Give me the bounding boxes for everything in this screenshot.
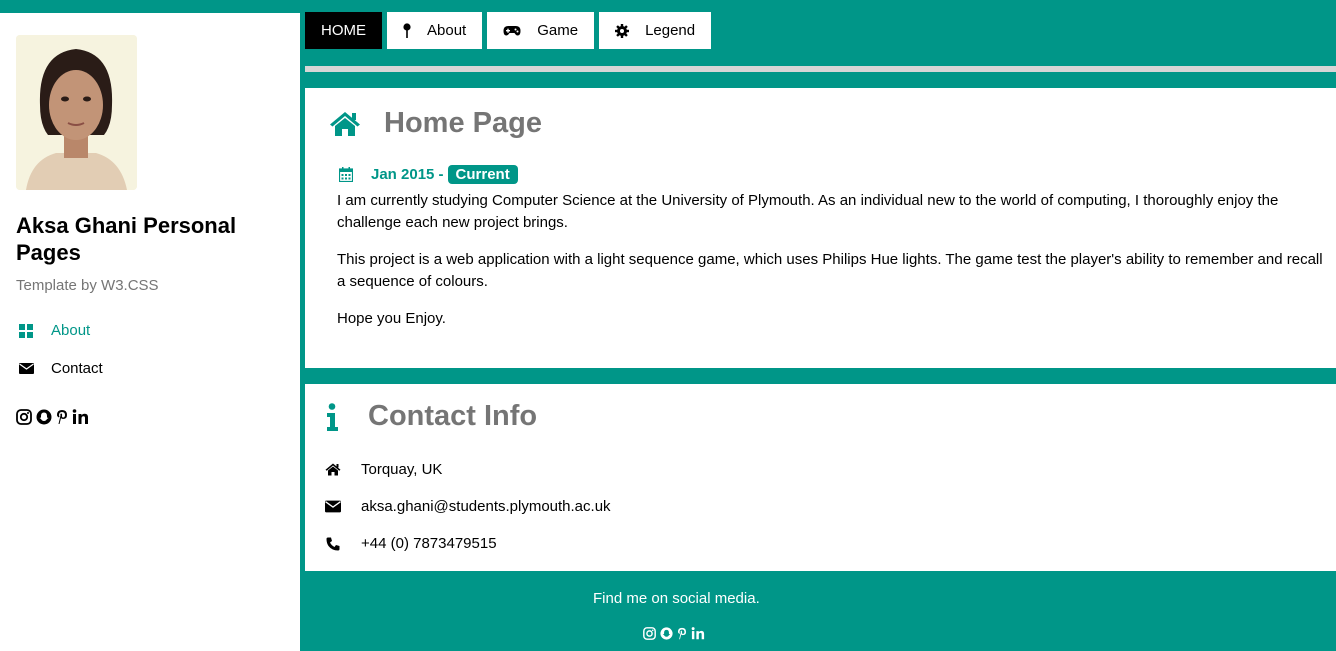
tab-home[interactable]: HOME (305, 12, 382, 49)
sidebar-social-links (16, 409, 89, 425)
tab-label: HOME (321, 22, 366, 39)
sidebar-item-label: About (51, 322, 91, 339)
closing-paragraph: Hope you Enjoy. (337, 310, 446, 327)
snapchat-icon[interactable] (660, 627, 673, 640)
sidebar-item-about[interactable]: About (16, 322, 90, 339)
phone-icon (325, 537, 341, 551)
contact-card: Contact Info Torquay, UK aksa.ghani@stud… (305, 384, 1336, 571)
tab-label: About (427, 22, 467, 39)
profile-photo (16, 35, 137, 190)
calendar-icon (339, 167, 353, 182)
sidebar-item-contact[interactable]: Contact (16, 360, 103, 377)
footer-social-links (643, 627, 705, 640)
project-paragraph: This project is a web application with a… (337, 251, 1323, 290)
page-title: Home Page (384, 107, 542, 139)
footer-text: Find me on social media. (593, 590, 760, 607)
envelope-icon (325, 500, 341, 513)
tab-game[interactable]: Game (487, 12, 595, 49)
template-credit: Template by W3.CSS (16, 277, 159, 294)
tab-label: Legend (645, 22, 696, 39)
info-icon (322, 402, 342, 431)
date-row: Jan 2015 - Current (339, 165, 518, 184)
pin-icon (403, 22, 411, 39)
pinterest-icon[interactable] (677, 627, 687, 640)
linkedin-icon[interactable] (72, 409, 89, 425)
contact-email: aksa.ghani@students.plymouth.ac.uk (325, 498, 611, 515)
contact-phone: +44 (0) 7873479515 (325, 535, 497, 552)
location-text: Torquay, UK (361, 461, 443, 478)
sidebar: Aksa Ghani Personal Pages Template by W3… (0, 13, 300, 651)
intro-paragraph: I am currently studying Computer Science… (337, 192, 1279, 231)
contact-heading: Contact Info (322, 400, 537, 433)
tab-about[interactable]: About (387, 12, 483, 49)
sidebar-item-label: Contact (51, 360, 103, 377)
nav-divider (305, 66, 1336, 72)
snapchat-icon[interactable] (36, 409, 52, 425)
status-badge: Current (447, 165, 518, 184)
date-text: Jan 2015 - (371, 166, 444, 183)
tab-label: Game (537, 22, 579, 39)
top-accent-strip (0, 0, 300, 13)
home-card: Home Page Jan 2015 - Current I am curren… (305, 88, 1336, 368)
email-text[interactable]: aksa.ghani@students.plymouth.ac.uk (361, 498, 611, 515)
tab-legend[interactable]: Legend (599, 12, 712, 49)
section-title: Contact Info (368, 400, 538, 432)
home-icon (325, 463, 341, 476)
pinterest-icon[interactable] (56, 409, 68, 425)
instagram-icon[interactable] (643, 627, 656, 640)
gear-icon (615, 23, 630, 38)
instagram-icon[interactable] (16, 409, 32, 425)
home-heading: Home Page (328, 107, 542, 140)
home-icon (328, 111, 362, 137)
gamepad-icon (503, 25, 521, 36)
linkedin-icon[interactable] (691, 627, 705, 640)
contact-location: Torquay, UK (325, 461, 442, 478)
site-owner-name: Aksa Ghani Personal Pages (16, 213, 237, 265)
grid-icon (16, 323, 36, 339)
top-navbar: HOME About Game Legend (305, 12, 712, 49)
phone-text[interactable]: +44 (0) 7873479515 (361, 535, 497, 552)
envelope-icon (16, 361, 36, 377)
